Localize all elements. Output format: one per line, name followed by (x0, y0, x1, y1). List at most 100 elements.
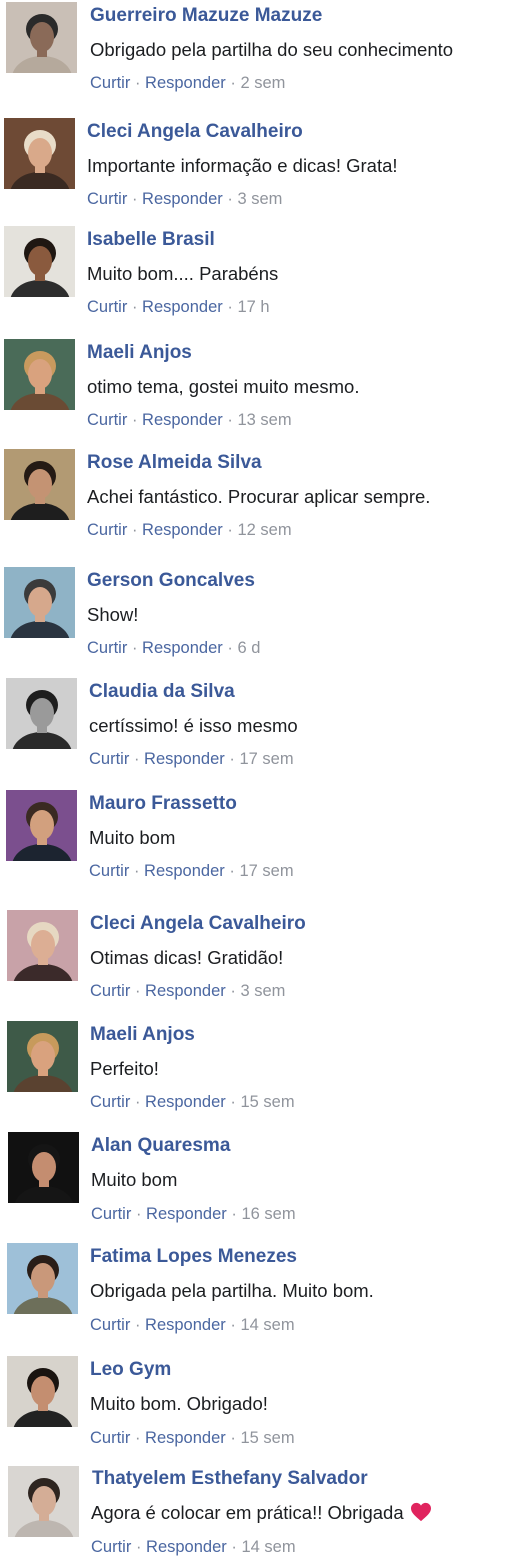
like-link[interactable]: Curtir (87, 639, 127, 657)
comment-timestamp[interactable]: 12 sem (237, 521, 291, 539)
reply-link[interactable]: Responder (144, 862, 225, 880)
comment-timestamp[interactable]: 6 d (237, 639, 260, 657)
separator-dot: · (134, 1429, 141, 1447)
comment-actions: Curtir · Responder · 3 sem (87, 189, 282, 209)
reply-link[interactable]: Responder (142, 521, 223, 539)
commenter-name[interactable]: Alan Quaresma (91, 1135, 230, 1157)
separator-dot: · (230, 982, 236, 1000)
reply-link[interactable]: Responder (142, 639, 223, 657)
reply-link[interactable]: Responder (142, 411, 223, 429)
comment-text: Importante informação e dicas! Grata! (87, 155, 398, 177)
comment-timestamp[interactable]: 14 sem (241, 1538, 295, 1556)
commenter-name[interactable]: Maeli Anjos (87, 342, 192, 364)
avatar[interactable] (7, 1021, 78, 1092)
avatar[interactable] (6, 678, 77, 749)
reply-link[interactable]: Responder (146, 1538, 227, 1556)
commenter-name[interactable]: Cleci Angela Cavalheiro (87, 121, 303, 143)
separator-dot: · (135, 1205, 142, 1223)
reply-link[interactable]: Responder (145, 982, 226, 1000)
reply-link[interactable]: Responder (145, 1093, 226, 1111)
like-link[interactable]: Curtir (90, 74, 130, 92)
comment-actions: Curtir · Responder · 13 sem (87, 410, 292, 430)
like-link[interactable]: Curtir (89, 750, 129, 768)
like-link[interactable]: Curtir (91, 1538, 131, 1556)
comment-text-content: Otimas dicas! Gratidão! (90, 947, 284, 968)
comment-text-content: Muito bom.... Parabéns (87, 263, 279, 284)
avatar[interactable] (4, 449, 75, 520)
separator-dot: · (227, 521, 233, 539)
heart-emoji-icon (410, 1502, 432, 1527)
comment-text-content: certíssimo! é isso mesmo (89, 715, 298, 736)
commenter-name[interactable]: Mauro Frassetto (89, 793, 237, 815)
comment-timestamp[interactable]: 17 sem (239, 862, 293, 880)
comment-text: Agora é colocar em prática!! Obrigada (91, 1502, 432, 1527)
comment-timestamp[interactable]: 14 sem (240, 1316, 294, 1334)
comment-timestamp[interactable]: 17 sem (239, 750, 293, 768)
avatar[interactable] (4, 118, 75, 189)
commenter-name[interactable]: Claudia da Silva (89, 681, 235, 703)
comment-actions: Curtir · Responder · 15 sem (90, 1428, 295, 1448)
avatar[interactable] (4, 567, 75, 638)
comment-timestamp[interactable]: 15 sem (240, 1429, 294, 1447)
avatar[interactable] (7, 1243, 78, 1314)
comment-text-content: otimo tema, gostei muito mesmo. (87, 376, 360, 397)
separator-dot: · (230, 74, 236, 92)
comment-timestamp[interactable]: 3 sem (240, 982, 285, 1000)
comment-actions: Curtir · Responder · 16 sem (91, 1204, 296, 1224)
avatar[interactable] (4, 339, 75, 410)
commenter-name[interactable]: Thatyelem Esthefany Salvador (92, 1468, 368, 1490)
comment-text-content: Obrigado pela partilha do seu conhecimen… (90, 39, 454, 60)
reply-link[interactable]: Responder (145, 1429, 226, 1447)
comment-timestamp[interactable]: 16 sem (241, 1205, 295, 1223)
separator-dot: · (231, 1538, 237, 1556)
reply-link[interactable]: Responder (142, 298, 223, 316)
comment-actions: Curtir · Responder · 17 h (87, 297, 270, 317)
separator-dot: · (131, 190, 138, 208)
comment-text: Muito bom (91, 1169, 177, 1191)
separator-dot: · (227, 190, 233, 208)
reply-link[interactable]: Responder (144, 750, 225, 768)
comment-timestamp[interactable]: 15 sem (240, 1093, 294, 1111)
like-link[interactable]: Curtir (87, 190, 127, 208)
commenter-name[interactable]: Guerreiro Mazuze Mazuze (90, 5, 322, 27)
commenter-name[interactable]: Maeli Anjos (90, 1024, 195, 1046)
avatar[interactable] (8, 1132, 79, 1203)
separator-dot: · (134, 982, 141, 1000)
avatar[interactable] (7, 910, 78, 981)
like-link[interactable]: Curtir (87, 298, 127, 316)
comment-actions: Curtir · Responder · 17 sem (89, 861, 294, 881)
reply-link[interactable]: Responder (146, 1205, 227, 1223)
commenter-name[interactable]: Gerson Goncalves (87, 570, 255, 592)
commenter-name[interactable]: Cleci Angela Cavalheiro (90, 913, 306, 935)
comment-timestamp[interactable]: 3 sem (237, 190, 282, 208)
avatar[interactable] (8, 1466, 79, 1537)
commenter-name[interactable]: Leo Gym (90, 1359, 171, 1381)
like-link[interactable]: Curtir (90, 982, 130, 1000)
reply-link[interactable]: Responder (142, 190, 223, 208)
avatar[interactable] (6, 790, 77, 861)
commenter-name[interactable]: Fatima Lopes Menezes (90, 1246, 297, 1268)
comment-text-content: Importante informação e dicas! Grata! (87, 155, 398, 176)
comment-timestamp[interactable]: 17 h (237, 298, 269, 316)
comment-timestamp[interactable]: 13 sem (237, 411, 291, 429)
like-link[interactable]: Curtir (87, 411, 127, 429)
avatar[interactable] (7, 1356, 78, 1427)
like-link[interactable]: Curtir (87, 521, 127, 539)
comment-actions: Curtir · Responder · 12 sem (87, 520, 292, 540)
avatar[interactable] (4, 226, 75, 297)
reply-link[interactable]: Responder (145, 1316, 226, 1334)
comment-text: Show! (87, 604, 138, 626)
avatar[interactable] (6, 2, 77, 73)
like-link[interactable]: Curtir (89, 862, 129, 880)
commenter-name[interactable]: Isabelle Brasil (87, 229, 215, 251)
like-link[interactable]: Curtir (91, 1205, 131, 1223)
comment-timestamp[interactable]: 2 sem (240, 74, 285, 92)
comment-actions: Curtir · Responder · 14 sem (91, 1537, 296, 1557)
like-link[interactable]: Curtir (90, 1429, 130, 1447)
reply-link[interactable]: Responder (145, 74, 226, 92)
like-link[interactable]: Curtir (90, 1316, 130, 1334)
comment-text: Achei fantástico. Procurar aplicar sempr… (87, 486, 430, 508)
commenter-name[interactable]: Rose Almeida Silva (87, 452, 262, 474)
comment-actions: Curtir · Responder · 14 sem (90, 1315, 295, 1335)
like-link[interactable]: Curtir (90, 1093, 130, 1111)
